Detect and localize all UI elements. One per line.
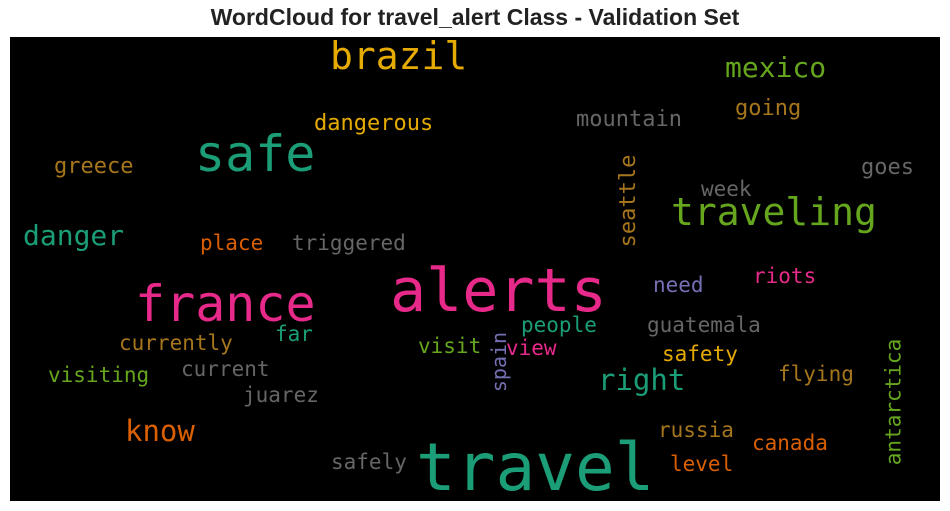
word-antarctica: antarctica [881, 338, 905, 466]
word-people: people [521, 313, 597, 337]
word-flying: flying [778, 362, 854, 386]
word-alerts: alerts [390, 256, 607, 326]
word-danger: danger [23, 219, 125, 252]
word-safe: safe [195, 125, 316, 183]
word-going: going [735, 96, 802, 121]
word-far: far [275, 322, 313, 346]
word-triggered: triggered [292, 231, 406, 255]
word-right: right [598, 363, 686, 397]
word-guatemala: guatemala [647, 313, 761, 337]
word-place: place [200, 231, 264, 255]
word-mexico: mexico [725, 51, 827, 84]
word-spain: spain [486, 331, 511, 393]
word-know: know [125, 414, 195, 448]
word-current: current [181, 357, 270, 381]
word-dangerous: dangerous [314, 111, 434, 136]
word-seattle: seattle [615, 154, 641, 248]
word-canada: canada [752, 431, 828, 455]
wordcloud-panel: alerts travel france safe brazil traveling mex… [10, 37, 940, 501]
word-currently: currently [119, 331, 233, 355]
word-russia: russia [658, 418, 734, 442]
word-juarez: juarez [243, 383, 319, 407]
word-level: level [670, 452, 734, 476]
word-safely: safely [331, 450, 407, 474]
word-view: view [506, 336, 557, 360]
word-riots: riots [753, 264, 817, 288]
word-visit: visit [418, 334, 482, 358]
word-goes: goes [861, 155, 914, 180]
word-week: week [701, 177, 752, 201]
word-greece: greece [54, 154, 134, 179]
word-visiting: visiting [48, 363, 150, 387]
word-mountain: mountain [576, 107, 682, 132]
word-safety: safety [662, 342, 738, 366]
word-need: need [653, 273, 704, 297]
chart-title: WordCloud for travel_alert Class - Valid… [210, 4, 740, 30]
word-brazil: brazil [330, 37, 468, 78]
word-travel: travel [416, 429, 655, 501]
